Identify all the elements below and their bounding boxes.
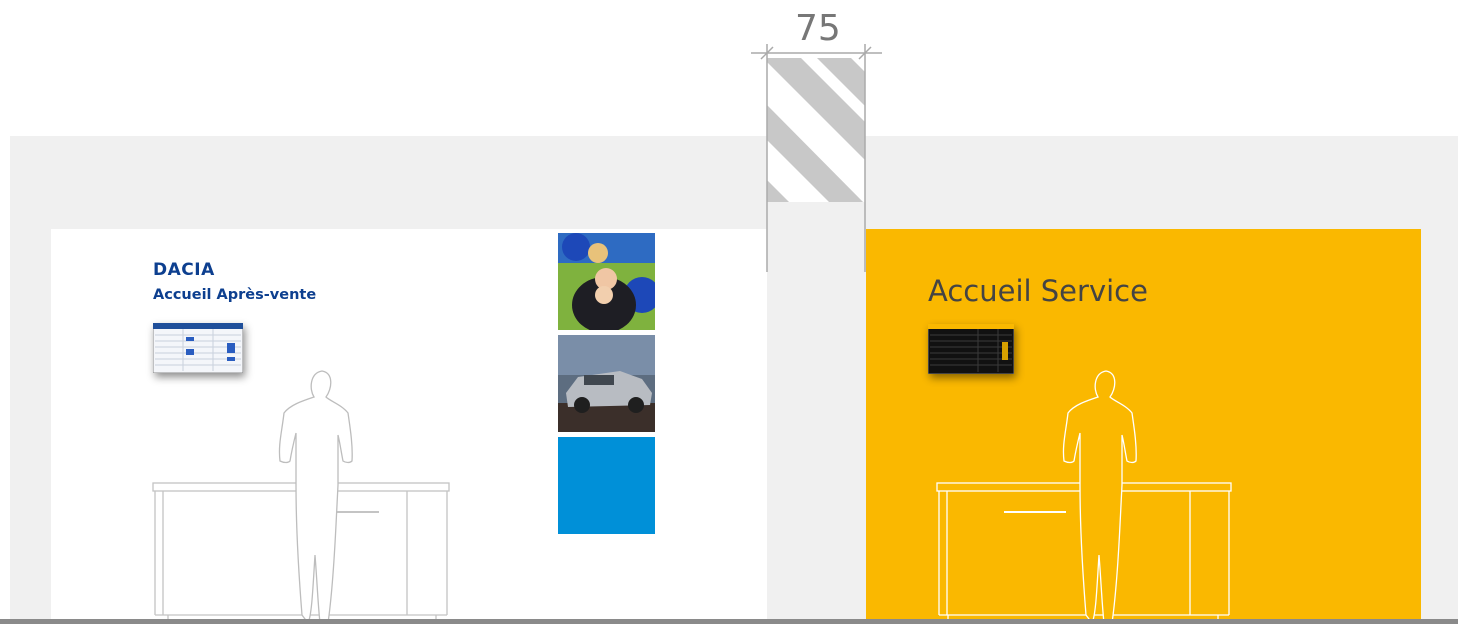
right-zone-title: Accueil Service	[928, 274, 1148, 308]
right-reception-desk	[936, 370, 1232, 624]
photo-women-balloons	[558, 233, 655, 330]
person-silhouette	[1062, 370, 1137, 624]
person-silhouette	[278, 370, 353, 624]
dimension-label: 75	[795, 8, 841, 49]
blue-tile	[558, 437, 655, 534]
floor-line	[0, 619, 1458, 624]
left-reception-desk	[152, 370, 450, 624]
dacia-logo: DACIA	[153, 260, 215, 280]
photo-suv	[558, 335, 655, 432]
left-zone-title: Accueil Après-vente	[153, 287, 317, 303]
